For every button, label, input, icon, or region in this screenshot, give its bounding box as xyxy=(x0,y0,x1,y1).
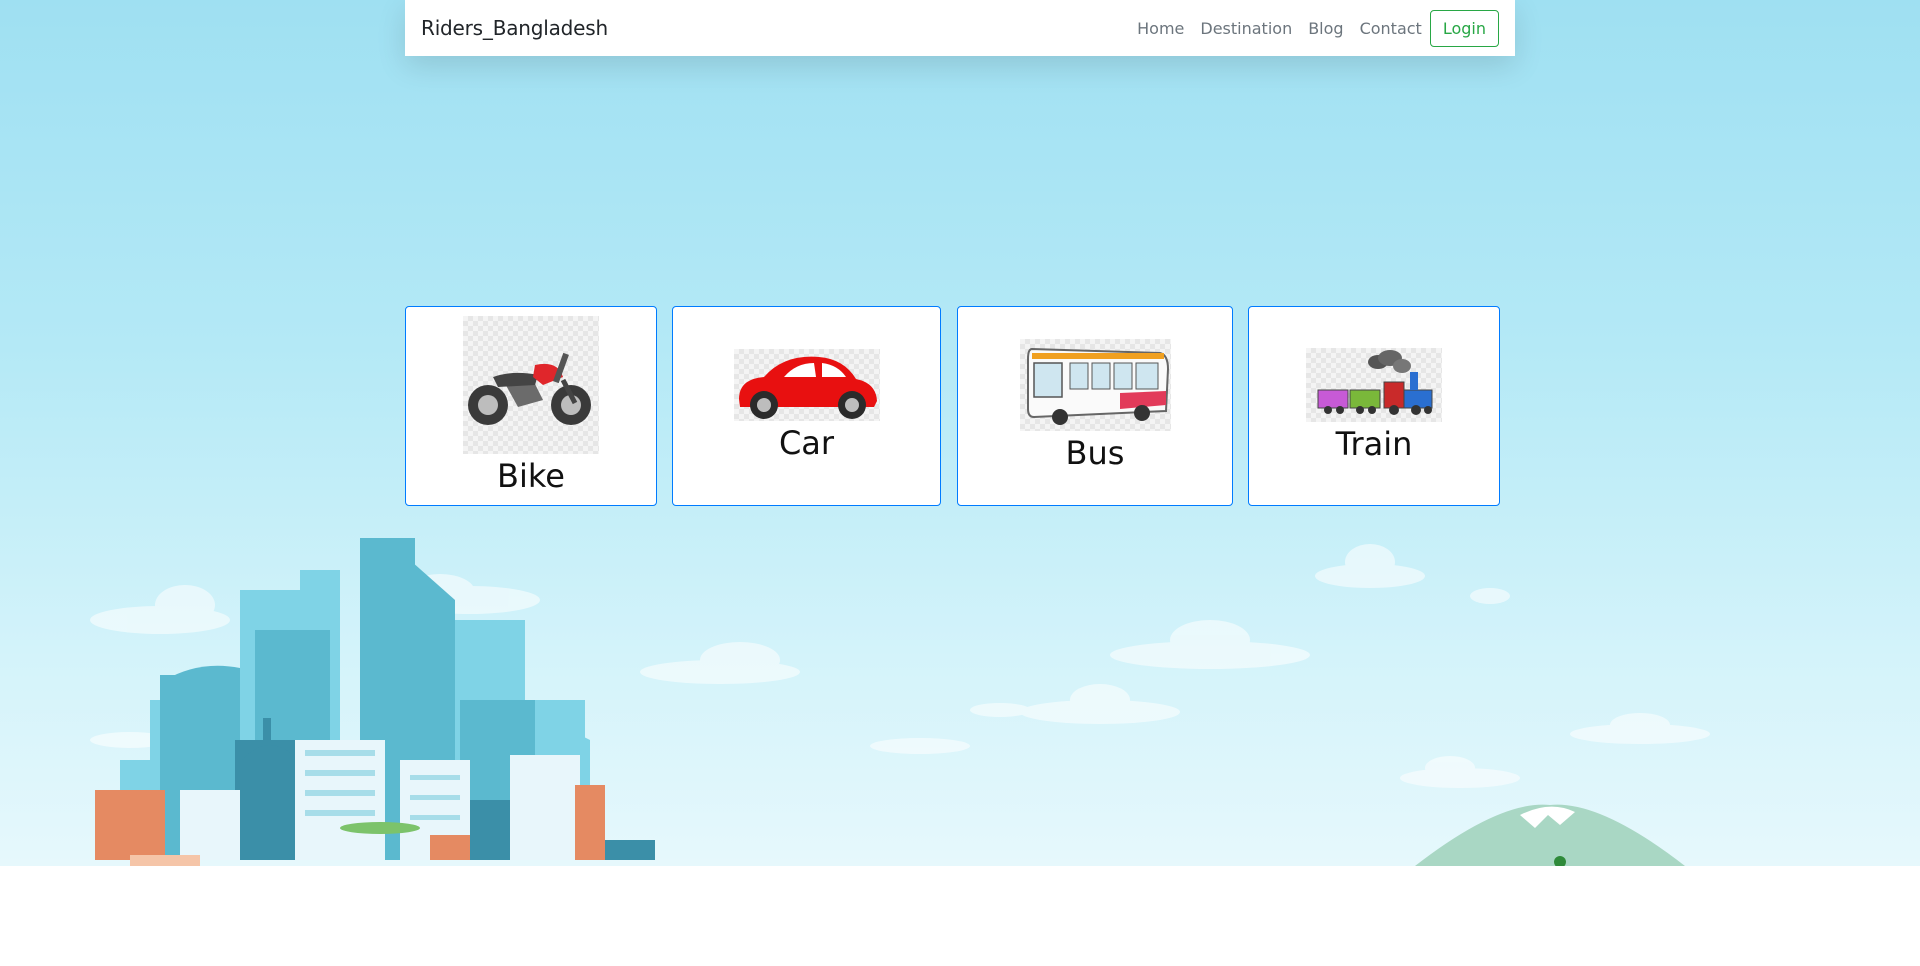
nav-home-link[interactable]: Home xyxy=(1129,19,1192,38)
nav-contact-link[interactable]: Contact xyxy=(1352,19,1430,38)
motorcycle-icon xyxy=(463,316,599,454)
vehicle-label-car: Car xyxy=(778,424,835,462)
vehicle-card-car[interactable]: Car xyxy=(672,306,941,506)
vehicle-label-train: Train xyxy=(1335,425,1413,463)
top-navbar: Riders_Bangladesh Home Destination Blog … xyxy=(405,0,1515,56)
brand-logo[interactable]: Riders_Bangladesh xyxy=(421,16,608,40)
vehicle-card-bike[interactable]: Bike xyxy=(405,306,657,506)
vehicle-card-bus[interactable]: Bus xyxy=(957,306,1233,506)
vehicle-card-train[interactable]: Train xyxy=(1248,306,1500,506)
nav-links: Home Destination Blog Contact Login xyxy=(1129,9,1499,47)
vehicle-label-bike: Bike xyxy=(497,457,565,495)
login-button[interactable]: Login xyxy=(1429,9,1499,47)
car-icon xyxy=(733,349,880,421)
train-icon xyxy=(1306,348,1442,422)
vehicle-label-bus: Bus xyxy=(1065,434,1125,472)
nav-blog-link[interactable]: Blog xyxy=(1300,19,1351,38)
nav-destination-link[interactable]: Destination xyxy=(1192,19,1300,38)
bus-icon xyxy=(1019,339,1171,431)
